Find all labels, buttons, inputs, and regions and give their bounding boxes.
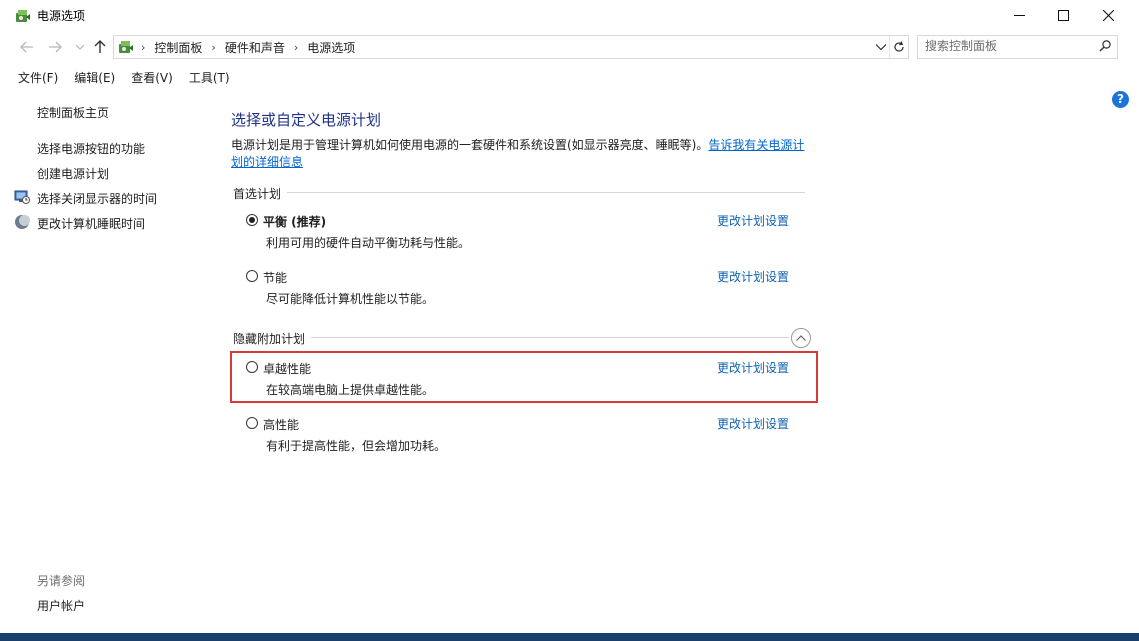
plan-radio[interactable]: [246, 361, 258, 373]
search-input[interactable]: [925, 39, 1090, 53]
close-button[interactable]: [1085, 0, 1131, 31]
search-box[interactable]: [917, 35, 1118, 59]
recent-locations-button[interactable]: [74, 38, 86, 56]
change-plan-settings-link[interactable]: 更改计划设置: [717, 268, 789, 285]
navigation-bar: › 控制面板 › 硬件和声音 › 电源选项: [0, 33, 1139, 61]
sidebar-item-display-off-time[interactable]: 选择关闭显示器的时间: [37, 190, 157, 207]
arrow-left-icon: [20, 41, 33, 53]
maximize-icon: [1057, 10, 1069, 21]
breadcrumb-separator[interactable]: ›: [294, 41, 298, 54]
group-divider: [233, 192, 805, 193]
desktop-strip: [0, 633, 1139, 641]
title-bar: 电源选项: [0, 0, 1139, 31]
change-plan-settings-link[interactable]: 更改计划设置: [717, 415, 789, 432]
moon-icon: [15, 215, 30, 229]
back-button[interactable]: [18, 38, 36, 56]
search-icon[interactable]: [1099, 40, 1111, 52]
chevron-up-icon: [796, 335, 806, 341]
plan-name: 节能: [263, 271, 288, 285]
description-text: 电源计划是用于管理计算机如何使用电源的一套硬件和系统设置(如显示器亮度、睡眠等)…: [231, 138, 709, 152]
change-plan-settings-link[interactable]: 更改计划设置: [717, 212, 789, 229]
breadcrumb-control-panel[interactable]: 控制面板: [154, 39, 202, 56]
arrow-right-icon: [49, 41, 62, 53]
page-title: 选择或自定义电源计划: [231, 111, 382, 129]
menu-edit[interactable]: 编辑(E): [66, 69, 123, 87]
minimize-button[interactable]: [996, 0, 1042, 31]
hidden-plans-heading: 隐藏附加计划: [233, 330, 312, 347]
plan-description: 利用可用的硬件自动平衡功耗与性能。: [266, 236, 471, 250]
menu-bar: 文件(F) 编辑(E) 查看(V) 工具(T): [10, 69, 238, 87]
breadcrumb-power-options[interactable]: 电源选项: [307, 39, 355, 56]
breadcrumb-hardware-sound[interactable]: 硬件和声音: [225, 39, 285, 56]
arrow-up-icon: [94, 40, 106, 53]
address-dropdown-button[interactable]: [873, 36, 889, 58]
plan-description: 尽可能降低计算机性能以节能。: [266, 292, 435, 306]
forward-button[interactable]: [46, 38, 64, 56]
plan-name: 高性能: [263, 418, 300, 432]
plan-description: 有利于提高性能，但会增加功耗。: [266, 439, 447, 453]
breadcrumb-separator[interactable]: ›: [141, 41, 145, 54]
chevron-down-icon: [876, 44, 886, 50]
minimize-icon: [1013, 15, 1025, 16]
close-icon: [1102, 10, 1114, 21]
refresh-button[interactable]: [889, 36, 908, 58]
change-plan-settings-link[interactable]: 更改计划设置: [717, 359, 789, 376]
sidebar-item-user-accounts[interactable]: 用户帐户: [37, 597, 85, 614]
plan-name: 平衡 (推荐): [263, 215, 327, 229]
breadcrumb-separator[interactable]: ›: [211, 41, 215, 54]
refresh-icon: [894, 41, 904, 52]
plan-radio[interactable]: [246, 214, 258, 226]
preferred-plans-heading: 首选计划: [233, 185, 288, 202]
maximize-button[interactable]: [1040, 0, 1086, 31]
plan-radio[interactable]: [246, 417, 258, 429]
window-title: 电源选项: [37, 9, 86, 23]
chevron-down-icon: [76, 44, 84, 50]
plan-name: 卓越性能: [263, 362, 312, 376]
address-bar[interactable]: › 控制面板 › 硬件和声音 › 电源选项: [113, 35, 909, 59]
power-options-icon: [16, 10, 30, 22]
plan-radio[interactable]: [246, 270, 258, 282]
group-divider: [233, 337, 789, 338]
sidebar-item-power-buttons[interactable]: 选择电源按钮的功能: [37, 140, 145, 157]
plan-description: 在较高端电脑上提供卓越性能。: [266, 383, 435, 397]
menu-view[interactable]: 查看(V): [123, 69, 181, 87]
see-also-heading: 另请参阅: [37, 574, 86, 588]
sidebar-item-create-plan[interactable]: 创建电源计划: [37, 165, 109, 182]
power-options-window: 电源选项 › 控制面板 › 硬件和声音 › 电源选项 搜索控制面板 文件(F) …: [0, 0, 1139, 634]
monitor-clock-icon: [14, 190, 30, 204]
control-panel-icon: [119, 41, 133, 53]
page-description: 电源计划是用于管理计算机如何使用电源的一套硬件和系统设置(如显示器亮度、睡眠等)…: [231, 137, 811, 171]
help-icon[interactable]: ?: [1112, 91, 1129, 108]
sidebar-item-sleep-time[interactable]: 更改计算机睡眠时间: [37, 215, 145, 232]
menu-file[interactable]: 文件(F): [10, 69, 66, 87]
menu-tools[interactable]: 工具(T): [181, 69, 238, 87]
collapse-button[interactable]: [791, 328, 811, 348]
sidebar-item-control-panel-home[interactable]: 控制面板主页: [37, 104, 109, 121]
up-button[interactable]: [91, 38, 109, 56]
